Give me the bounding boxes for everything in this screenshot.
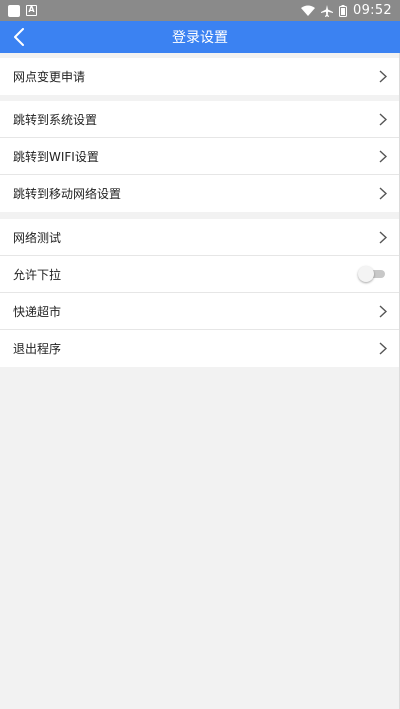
list-item-label: 跳转到WIFI设置 (13, 149, 99, 164)
chevron-right-icon (377, 112, 387, 126)
list-item-mobile-network-settings[interactable]: 跳转到移动网络设置 (0, 175, 400, 212)
chevron-right-icon (377, 304, 387, 318)
list-item-allow-pull-down: 允许下拉 (0, 256, 400, 293)
settings-group-2: 跳转到系统设置 跳转到WIFI设置 跳转到移动网络设置 (0, 101, 400, 212)
page-title: 登录设置 (172, 30, 228, 46)
status-bar: A 09:52 (0, 0, 400, 21)
chevron-right-icon (377, 70, 387, 84)
nav-bar: 登录设置 (0, 21, 400, 53)
battery-icon (339, 4, 348, 17)
list-item-network-test[interactable]: 网络测试 (0, 219, 400, 256)
list-item-express-market[interactable]: 快递超市 (0, 293, 400, 330)
list-item-label: 网络测试 (13, 230, 62, 245)
back-button[interactable] (8, 25, 30, 49)
wifi-icon (301, 5, 316, 16)
status-right: 09:52 (301, 3, 392, 18)
chevron-right-icon (377, 230, 387, 244)
status-time: 09:52 (353, 3, 392, 18)
list-item-wifi-settings[interactable]: 跳转到WIFI设置 (0, 138, 400, 175)
list-item-label: 退出程序 (13, 342, 62, 356)
status-left: A (8, 4, 37, 17)
chevron-right-icon (377, 342, 387, 356)
chevron-right-icon (377, 187, 387, 201)
settings-group-1: 网点变更申请 (0, 58, 400, 95)
chevron-right-icon (377, 149, 387, 163)
app-square-icon (8, 4, 20, 17)
settings-group-3: 网络测试 允许下拉 快递超市 退出程序 (0, 219, 400, 367)
list-item-label: 跳转到移动网络设置 (13, 187, 122, 201)
list-item-label: 跳转到系统设置 (13, 112, 98, 127)
toggle-knob (358, 266, 374, 282)
list-item-exit-app[interactable]: 退出程序 (0, 330, 400, 367)
list-item-outlet-change[interactable]: 网点变更申请 (0, 58, 400, 95)
list-item-label: 快递超市 (13, 304, 62, 319)
airplane-icon (321, 4, 334, 17)
list-item-label: 允许下拉 (13, 267, 62, 282)
list-item-system-settings[interactable]: 跳转到系统设置 (0, 101, 400, 138)
a-badge-icon: A (26, 5, 37, 16)
allow-pull-down-toggle[interactable] (358, 266, 387, 282)
list-item-label: 网点变更申请 (13, 70, 86, 84)
chevron-left-icon (14, 28, 24, 46)
